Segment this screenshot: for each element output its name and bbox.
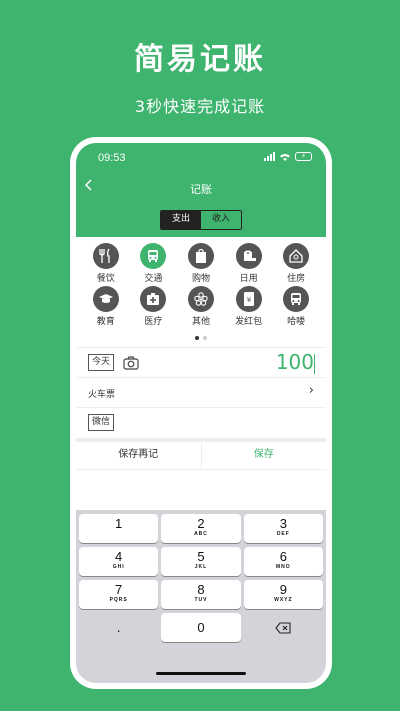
amount-row: 今天 100 bbox=[76, 347, 326, 378]
category-label: 日用 bbox=[239, 274, 258, 284]
flower-icon bbox=[187, 286, 214, 312]
page-indicator[interactable] bbox=[76, 336, 326, 340]
category-label: 住房 bbox=[287, 274, 306, 284]
category-label: 发红包 bbox=[235, 317, 263, 327]
bus-icon bbox=[140, 243, 167, 269]
key-8[interactable]: 8 TUV bbox=[161, 580, 241, 609]
action-bar: 保存再记 保存 bbox=[76, 442, 326, 470]
fork-knife-icon bbox=[92, 243, 119, 269]
phone-frame: 09:53 ⚡ 记账 支出 收入 餐饮 交通 购物 日用 住房 教育 医疗 其他… bbox=[70, 137, 332, 689]
page-dot bbox=[203, 336, 207, 340]
key-9[interactable]: 9 WXYZ bbox=[243, 580, 323, 609]
category-label: 医疗 bbox=[144, 317, 163, 327]
backspace-icon bbox=[275, 622, 291, 634]
category-label: 购物 bbox=[191, 274, 210, 284]
account-button[interactable]: 微信 bbox=[88, 414, 115, 431]
chevron-right-icon: › bbox=[308, 383, 314, 398]
graduation-cap-icon bbox=[92, 286, 119, 312]
key-5[interactable]: 5 JKL bbox=[161, 547, 241, 576]
promo-subtitle: 3秒快速完成记账 bbox=[134, 97, 266, 116]
amount-input[interactable]: 100 bbox=[276, 350, 314, 374]
bus-icon bbox=[283, 286, 310, 312]
status-icons: ⚡ bbox=[264, 152, 312, 161]
category-label: 餐饮 bbox=[96, 274, 115, 284]
category-grid: 餐饮 交通 购物 日用 住房 教育 医疗 其他 ¥ 发红包 哈喽 bbox=[76, 243, 326, 329]
category-red-envelope[interactable]: ¥ 发红包 bbox=[226, 286, 272, 329]
key-3[interactable]: 3 DEF bbox=[243, 514, 323, 543]
shopping-bag-icon bbox=[187, 243, 214, 269]
toilet-paper-icon bbox=[235, 243, 262, 269]
key-7[interactable]: 7 PQRS bbox=[79, 580, 159, 609]
category-transport[interactable]: 交通 bbox=[130, 243, 176, 286]
camera-icon[interactable] bbox=[123, 355, 139, 374]
status-time: 09:53 bbox=[98, 152, 126, 164]
backspace-key[interactable] bbox=[244, 613, 323, 642]
battery-icon: ⚡ bbox=[295, 152, 312, 161]
save-and-continue-button[interactable]: 保存再记 bbox=[76, 442, 202, 469]
category-label: 交通 bbox=[144, 274, 163, 284]
numeric-keypad: 1 2 ABC 3 DEF 4 GHI 5 JKL 6 MNO 7 PQRS 8 TUV 9W… bbox=[76, 510, 326, 683]
category-housing[interactable]: 住房 bbox=[273, 243, 319, 286]
first-aid-icon bbox=[140, 286, 167, 312]
tab-income[interactable]: 收入 bbox=[201, 211, 241, 229]
key-dot[interactable]: . bbox=[79, 613, 158, 642]
category-medical[interactable]: 医疗 bbox=[130, 286, 176, 329]
type-segment: 支出 收入 bbox=[160, 210, 242, 230]
signal-icon bbox=[264, 152, 275, 161]
save-button[interactable]: 保存 bbox=[202, 442, 327, 469]
category-shopping[interactable]: 购物 bbox=[178, 243, 224, 286]
tab-expense[interactable]: 支出 bbox=[161, 211, 201, 229]
category-label: 教育 bbox=[96, 317, 115, 327]
category-education[interactable]: 教育 bbox=[83, 286, 129, 329]
category-dining[interactable]: 餐饮 bbox=[83, 243, 129, 286]
date-button[interactable]: 今天 bbox=[88, 354, 115, 371]
key-6[interactable]: 6 MNO bbox=[243, 547, 323, 576]
key-1[interactable]: 1 bbox=[79, 514, 159, 543]
category-other[interactable]: 其他 bbox=[178, 286, 224, 329]
text-cursor bbox=[314, 354, 315, 374]
red-envelope-icon: ¥ bbox=[235, 286, 262, 312]
note-field[interactable]: 火车票 bbox=[88, 387, 115, 400]
house-icon bbox=[283, 243, 310, 269]
key-0[interactable]: 0 bbox=[161, 613, 241, 642]
account-row: 微信 bbox=[76, 408, 326, 438]
wifi-icon bbox=[280, 153, 290, 161]
page-title: 记账 bbox=[190, 183, 212, 196]
svg-text:¥: ¥ bbox=[246, 296, 251, 304]
category-label: 哈喽 bbox=[287, 317, 306, 327]
header: 09:53 ⚡ 记账 支出 收入 bbox=[76, 143, 326, 237]
category-hello[interactable]: 哈喽 bbox=[273, 286, 319, 329]
note-row[interactable]: 火车票 › bbox=[76, 378, 326, 408]
category-label: 其他 bbox=[191, 317, 210, 327]
key-4[interactable]: 4 GHI bbox=[79, 547, 159, 576]
key-2[interactable]: 2 ABC bbox=[161, 514, 241, 543]
page-dot-active bbox=[195, 336, 199, 340]
category-daily[interactable]: 日用 bbox=[226, 243, 272, 286]
promo-title: 简易记账 bbox=[134, 42, 266, 77]
app-screen: 09:53 ⚡ 记账 支出 收入 餐饮 交通 购物 日用 住房 教育 医疗 其他… bbox=[76, 143, 326, 683]
home-indicator bbox=[156, 672, 246, 675]
